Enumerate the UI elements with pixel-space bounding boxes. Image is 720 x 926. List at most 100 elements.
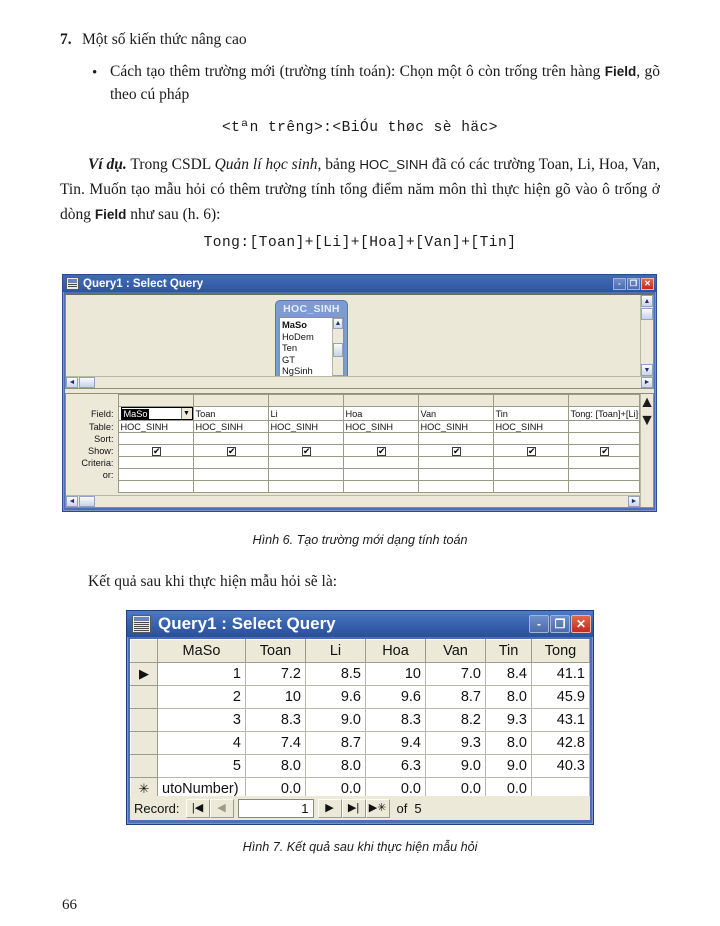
table-row[interactable]: 2 10 9.6 9.6 8.7 8.0 45.9 — [130, 685, 590, 709]
cell-li[interactable]: 8.5 — [305, 662, 366, 686]
table-row[interactable]: ▶ 1 7.2 8.5 10 7.0 8.4 41.1 — [130, 662, 590, 686]
field-item-ten[interactable]: Ten — [282, 342, 332, 354]
field-cell-van[interactable]: Van — [417, 406, 494, 421]
cell-tong[interactable]: 43.1 — [531, 708, 590, 732]
cell-toan[interactable]: 10 — [245, 685, 306, 709]
blank-cell[interactable] — [342, 480, 419, 493]
record-selector[interactable]: ▶ — [130, 662, 158, 686]
query-design-grid[interactable]: Field: MaSo ▼ Toan Li Hoa Van Tin Tong: … — [66, 394, 640, 493]
column-header-toan[interactable]: Toan — [245, 639, 306, 663]
show-checkbox[interactable] — [302, 446, 311, 456]
current-record-input[interactable]: 1 — [237, 798, 314, 818]
record-navigation-bar[interactable]: Record: |◀ ◀ 1 ▶ ▶| ▶✳ of 5 — [130, 796, 590, 820]
column-header-van[interactable]: Van — [425, 639, 486, 663]
cell-tong[interactable]: 42.8 — [531, 731, 590, 755]
blank-cell[interactable] — [417, 480, 494, 493]
field-cell-toan[interactable]: Toan — [192, 406, 269, 421]
column-selector[interactable] — [267, 394, 344, 407]
table-cell[interactable]: HOC_SINH — [192, 420, 269, 433]
or-cell[interactable] — [567, 468, 640, 481]
cell-tin[interactable]: 9.0 — [485, 754, 532, 778]
cell-toan[interactable]: 8.0 — [245, 754, 306, 778]
field-cell-li[interactable]: Li — [267, 406, 344, 421]
criteria-cell[interactable] — [117, 456, 194, 469]
cell-tong[interactable]: 41.1 — [531, 662, 590, 686]
cell-hoa[interactable]: 9.4 — [365, 731, 426, 755]
column-selector[interactable] — [342, 394, 419, 407]
cell-hoa[interactable]: 6.3 — [365, 754, 426, 778]
diagram-pane-vscrollbar[interactable]: ▲ ▼ — [640, 295, 653, 376]
show-checkbox[interactable] — [377, 446, 386, 456]
or-cell[interactable] — [192, 468, 269, 481]
show-checkbox[interactable] — [227, 446, 236, 456]
chevron-down-icon[interactable]: ▼ — [641, 364, 653, 376]
diagram-pane-hscrollbar[interactable]: ◄ ► — [66, 376, 653, 388]
grid-vscrollbar[interactable]: ▲ ▼ — [639, 394, 655, 507]
cell-hoa[interactable]: 10 — [365, 662, 426, 686]
column-header-hoa[interactable]: Hoa — [365, 639, 426, 663]
criteria-cell[interactable] — [567, 456, 640, 469]
chevron-up-icon[interactable]: ▲ — [333, 318, 343, 329]
blank-cell[interactable] — [492, 480, 569, 493]
cell-maso[interactable]: 3 — [157, 708, 246, 732]
minimize-button[interactable]: - — [613, 277, 626, 290]
query-design-window[interactable]: Query1 : Select Query - ❐ ✕ HOC_SINH MaS… — [62, 274, 657, 512]
column-header-tin[interactable]: Tin — [485, 639, 532, 663]
query-result-window[interactable]: Query1 : Select Query - ❐ ✕ MaSo Toan Li… — [126, 610, 594, 825]
restore-button[interactable]: ❐ — [550, 615, 570, 633]
cell-maso[interactable]: 1 — [157, 662, 246, 686]
field-cell-maso[interactable]: MaSo ▼ — [117, 406, 194, 421]
show-cell[interactable] — [417, 444, 494, 457]
grid-column-selector-row[interactable] — [66, 394, 640, 407]
table-row[interactable]: 3 8.3 9.0 8.3 8.2 9.3 43.1 — [130, 708, 590, 732]
scrollbar-thumb[interactable] — [79, 496, 95, 507]
field-item-maso[interactable]: MaSo — [282, 319, 332, 331]
show-cell[interactable] — [342, 444, 419, 457]
show-cell[interactable] — [117, 444, 194, 457]
chevron-up-icon[interactable]: ▲ — [641, 295, 653, 307]
cell-van[interactable]: 8.7 — [425, 685, 486, 709]
scrollbar-thumb[interactable] — [79, 377, 95, 388]
close-button[interactable]: ✕ — [571, 615, 591, 633]
sort-cell[interactable] — [342, 432, 419, 445]
cell-van[interactable]: 9.0 — [425, 754, 486, 778]
or-cell[interactable] — [492, 468, 569, 481]
table-cell[interactable]: HOC_SINH — [342, 420, 419, 433]
blank-cell[interactable] — [567, 480, 640, 493]
cell-tong[interactable]: 45.9 — [531, 685, 590, 709]
table-cell[interactable] — [567, 420, 640, 433]
field-cell-tong[interactable]: Tong: [Toan]+[Li]+[Hoa]+[Van]+[Tin] — [567, 406, 640, 421]
cell-van[interactable]: 7.0 — [425, 662, 486, 686]
or-cell[interactable] — [267, 468, 344, 481]
cell-tin[interactable]: 8.4 — [485, 662, 532, 686]
record-selector[interactable] — [130, 685, 158, 709]
field-combobox[interactable]: MaSo ▼ — [120, 407, 192, 420]
cell-li[interactable]: 8.7 — [305, 731, 366, 755]
last-record-button[interactable]: ▶| — [341, 798, 366, 818]
chevron-up-icon[interactable]: ▲ — [639, 394, 655, 412]
previous-record-button[interactable]: ◀ — [209, 798, 234, 818]
sort-cell[interactable] — [417, 432, 494, 445]
scrollbar-thumb[interactable] — [641, 308, 653, 320]
criteria-cell[interactable] — [192, 456, 269, 469]
cell-van[interactable]: 9.3 — [425, 731, 486, 755]
blank-cell[interactable] — [117, 480, 194, 493]
or-cell[interactable] — [342, 468, 419, 481]
field-item-gt[interactable]: GT — [282, 354, 332, 366]
sort-cell[interactable] — [192, 432, 269, 445]
show-cell[interactable] — [567, 444, 640, 457]
column-selector[interactable] — [567, 394, 640, 407]
criteria-cell[interactable] — [417, 456, 494, 469]
blank-cell[interactable] — [267, 480, 344, 493]
column-selector[interactable] — [492, 394, 569, 407]
select-all-cell[interactable] — [130, 639, 158, 663]
table-cell[interactable]: HOC_SINH — [492, 420, 569, 433]
new-record-button[interactable]: ▶✳ — [365, 798, 390, 818]
criteria-cell[interactable] — [342, 456, 419, 469]
field-item-hodem[interactable]: HoDem — [282, 331, 332, 343]
record-selector[interactable] — [130, 754, 158, 778]
chevron-down-icon[interactable]: ▼ — [639, 412, 655, 430]
show-cell[interactable] — [492, 444, 569, 457]
show-cell[interactable] — [192, 444, 269, 457]
table-row[interactable]: 5 8.0 8.0 6.3 9.0 9.0 40.3 — [130, 754, 590, 778]
